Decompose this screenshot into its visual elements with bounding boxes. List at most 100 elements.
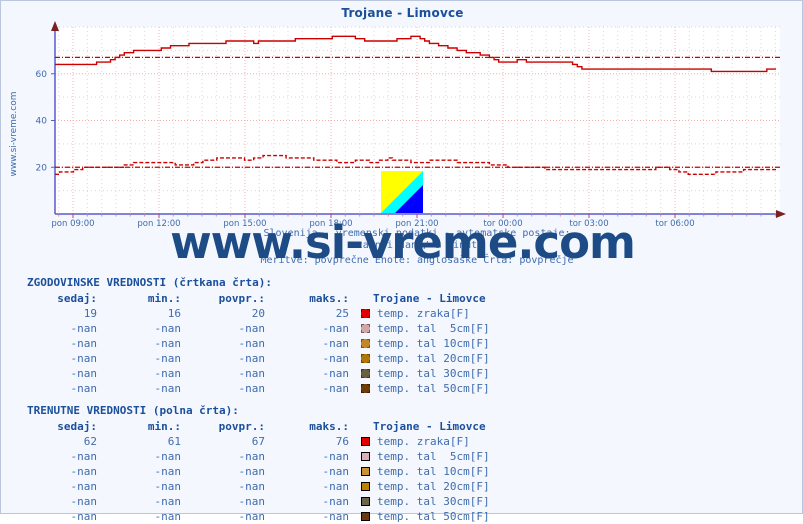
table-row: -nan -nan -nan -nan temp. tal 10cm[F] <box>19 336 496 351</box>
cell-series-name: temp. tal 50cm[F] <box>355 509 496 524</box>
cell-sedaj: -nan <box>70 480 98 493</box>
weather-chart-window: Trojane - Limovce www.si-vreme.com 20 40 6… <box>0 0 803 523</box>
cell-maks: -nan <box>322 367 350 380</box>
cell-series-name: temp. tal 50cm[F] <box>355 381 496 396</box>
legend-swatch-icon <box>361 467 370 476</box>
cell-sedaj: 19 <box>83 307 97 320</box>
historic-values-heading: ZGODOVINSKE VREDNOSTI (črtkana črta): <box>27 276 273 289</box>
table-row: -nan -nan -nan -nan temp. tal 30cm[F] <box>19 366 496 381</box>
x-tick-labels: pon 09:00 pon 12:00 pon 15:00 pon 18:00 pon … <box>51 214 776 229</box>
cell-povpr: 67 <box>251 435 265 448</box>
cell-povpr: 20 <box>251 307 265 320</box>
legend-label: temp. tal 10cm[F] <box>377 465 490 478</box>
cell-maks: -nan <box>322 450 350 463</box>
x-tick-label: tor 03:00 <box>569 219 608 229</box>
cell-series-name: temp. tal 5cm[F] <box>355 449 496 464</box>
cell-series-name: temp. zraka[F] <box>355 306 496 321</box>
historic-values-table: sedaj: min.: povpr.: maks.: Trojane - Li… <box>19 291 496 396</box>
cell-povpr: -nan <box>238 450 266 463</box>
cell-sedaj: -nan <box>70 510 98 523</box>
table-row: -nan -nan -nan -nan temp. tal 50cm[F] <box>19 509 496 524</box>
cell-min: 61 <box>167 435 181 448</box>
cell-povpr: -nan <box>238 382 266 395</box>
col-header-sedaj: sedaj: <box>57 292 97 305</box>
cell-maks: 76 <box>335 435 349 448</box>
current-values-table: sedaj: min.: povpr.: maks.: Trojane - Li… <box>19 419 496 524</box>
subtitle-line-1: Slovenija - vremenski podatki - avtomats… <box>263 228 570 239</box>
plot-svg: 204060 pon 09:00 pon 12:00 pon 15:00 pon 18… <box>36 21 786 266</box>
legend-label: temp. tal 30cm[F] <box>377 495 490 508</box>
si-vreme-logo-icon <box>381 171 423 213</box>
legend-swatch-icon <box>361 339 370 348</box>
legend-swatch-icon <box>361 384 370 393</box>
cell-maks: -nan <box>322 495 350 508</box>
cell-povpr: -nan <box>238 480 266 493</box>
cell-series-name: temp. tal 20cm[F] <box>355 351 496 366</box>
table-row: -nan -nan -nan -nan temp. tal 10cm[F] <box>19 464 496 479</box>
table-header-row: sedaj: min.: povpr.: maks.: Trojane - Li… <box>19 419 496 434</box>
table-header-row: sedaj: min.: povpr.: maks.: Trojane - Li… <box>19 291 496 306</box>
table-row: -nan -nan -nan -nan temp. tal 30cm[F] <box>19 494 496 509</box>
legend-swatch-icon <box>361 437 370 446</box>
cell-sedaj: 62 <box>83 435 97 448</box>
cell-povpr: -nan <box>238 322 266 335</box>
cell-min: -nan <box>154 450 182 463</box>
y-axis-arrow <box>51 21 59 31</box>
legend-label: temp. tal 10cm[F] <box>377 337 490 350</box>
legend-label: temp. tal 5cm[F] <box>377 450 490 463</box>
current-values-heading: TRENUTNE VREDNOSTI (polna črta): <box>27 404 239 417</box>
cell-maks: -nan <box>322 382 350 395</box>
y-tick-label: 60 <box>36 70 48 80</box>
subtitle-line-2: zadnji dan / 5 minut <box>357 240 477 251</box>
legend-label: temp. tal 20cm[F] <box>377 480 490 493</box>
cell-maks: -nan <box>322 510 350 523</box>
cell-povpr: -nan <box>238 352 266 365</box>
x-tick-label: tor 06:00 <box>655 219 694 229</box>
historic-values-body: 19 16 20 25 temp. zraka[F] -nan -nan -nan -nan te… <box>19 306 496 396</box>
legend-label: temp. tal 30cm[F] <box>377 367 490 380</box>
current-values-block: TRENUTNE VREDNOSTI (polna črta): sedaj: … <box>1 403 803 524</box>
x-tick-label: pon 12:00 <box>137 219 180 229</box>
cell-sedaj: -nan <box>70 322 98 335</box>
cell-series-name: temp. tal 30cm[F] <box>355 494 496 509</box>
legend-swatch-icon <box>361 369 370 378</box>
x-tick-label: pon 09:00 <box>51 219 94 229</box>
legend-label: temp. tal 50cm[F] <box>377 382 490 395</box>
col-header-povpr: povpr.: <box>218 292 265 305</box>
cell-povpr: -nan <box>238 367 266 380</box>
cell-sedaj: -nan <box>70 465 98 478</box>
cell-series-name: temp. tal 20cm[F] <box>355 479 496 494</box>
subtitle-line-3: Meritve: povprečne Enote: anglosaške Črt… <box>260 253 573 266</box>
y-tick-label: 40 <box>36 117 48 127</box>
legend-swatch-icon <box>361 482 370 491</box>
legend-swatch-icon <box>361 354 370 363</box>
cell-series-name: temp. zraka[F] <box>355 434 496 449</box>
x-tick-label: pon 15:00 <box>223 219 266 229</box>
col-header-maks: maks.: <box>309 292 349 305</box>
table-row: -nan -nan -nan -nan temp. tal 5cm[F] <box>19 449 496 464</box>
y-tick-labels: 20 40 60 <box>36 70 55 173</box>
cell-povpr: -nan <box>238 465 266 478</box>
col-header-station: Trojane - Limovce <box>373 420 486 433</box>
x-axis-arrow <box>776 210 786 218</box>
cell-maks: 25 <box>335 307 349 320</box>
col-header-povpr: povpr.: <box>218 420 265 433</box>
cell-min: 16 <box>167 307 181 320</box>
cell-series-name: temp. tal 10cm[F] <box>355 464 496 479</box>
col-header-station: Trojane - Limovce <box>373 292 486 305</box>
legend-swatch-icon <box>361 512 370 521</box>
legend-label: temp. tal 50cm[F] <box>377 510 490 523</box>
table-row: -nan -nan -nan -nan temp. tal 5cm[F] <box>19 321 496 336</box>
legend-label: temp. zraka[F] <box>377 307 470 320</box>
cell-series-name: temp. tal 5cm[F] <box>355 321 496 336</box>
cell-maks: -nan <box>322 480 350 493</box>
legend-swatch-icon <box>361 452 370 461</box>
legend-swatch-icon <box>361 324 370 333</box>
col-header-min: min.: <box>147 292 181 305</box>
cell-min: -nan <box>154 337 182 350</box>
cell-povpr: -nan <box>238 495 266 508</box>
table-row: -nan -nan -nan -nan temp. tal 50cm[F] <box>19 381 496 396</box>
col-header-maks: maks.: <box>309 420 349 433</box>
cell-series-name: temp. tal 30cm[F] <box>355 366 496 381</box>
cell-maks: -nan <box>322 352 350 365</box>
